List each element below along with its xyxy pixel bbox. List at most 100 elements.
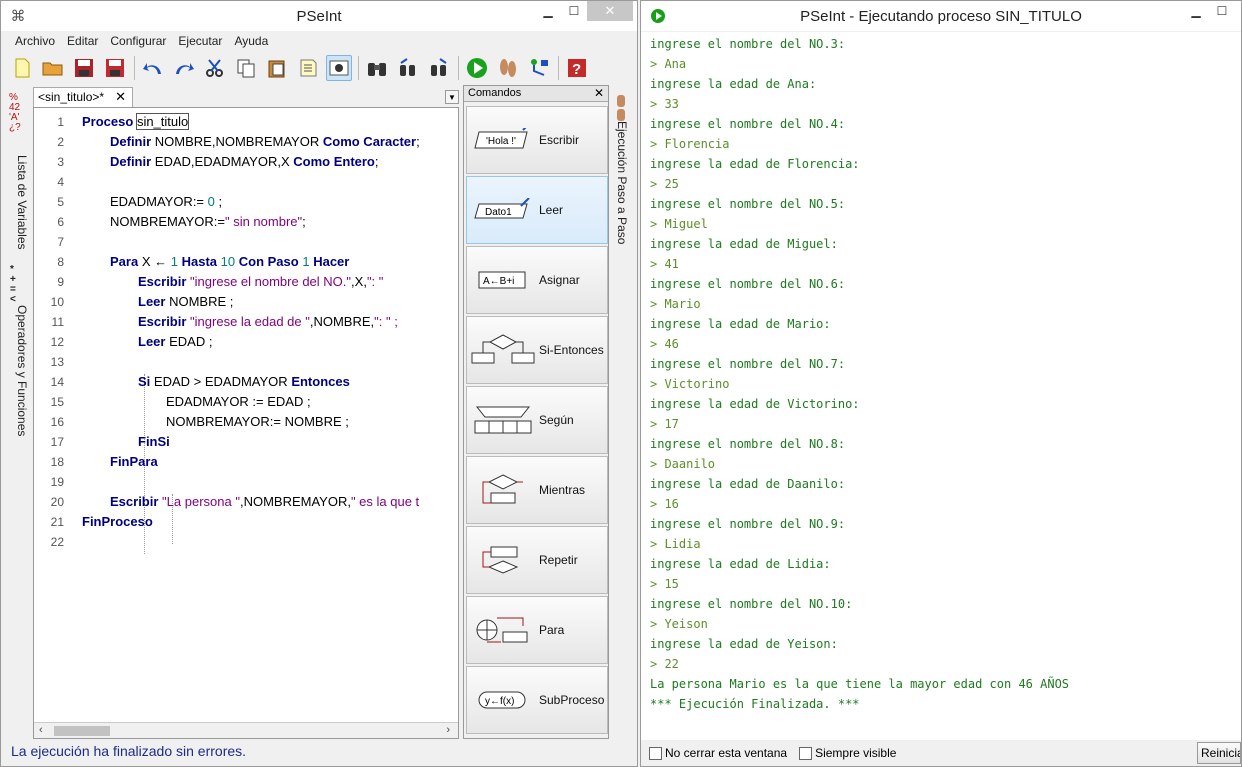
cmd-asignar-button[interactable]: A←B+i Asignar bbox=[466, 246, 608, 314]
tab-sin-titulo[interactable]: <sin_titulo>* ✕ bbox=[33, 87, 133, 107]
code-line[interactable]: 11 Escribir "ingrese la edad de ",NOMBRE,… bbox=[34, 312, 456, 332]
console-output-line: La persona Mario es la que tiene la mayo… bbox=[650, 677, 1070, 691]
code-line[interactable]: 17 FinSi bbox=[34, 432, 456, 452]
code-line[interactable]: 7 bbox=[34, 232, 456, 252]
code-line[interactable]: 18 FinPara bbox=[34, 452, 456, 472]
cmd-para-button[interactable]: Para bbox=[466, 596, 608, 664]
menu-editar[interactable]: Editar bbox=[61, 32, 104, 52]
scroll-left-icon[interactable]: ‹ bbox=[39, 724, 43, 736]
minimize-button[interactable]: ▁ bbox=[535, 1, 561, 21]
console-output-line: ingrese la edad de Mario: bbox=[650, 317, 831, 331]
code-line[interactable]: 9 Escribir "ingrese el nombre del NO.",X,… bbox=[34, 272, 456, 292]
code-line[interactable]: 1 Proceso sin_titulo bbox=[34, 112, 456, 132]
console-output-line: ingrese la edad de Ana: bbox=[650, 77, 817, 91]
cmd-segun-button[interactable]: Según bbox=[466, 386, 608, 454]
scroll-right-icon[interactable]: › bbox=[446, 724, 450, 736]
code-line[interactable]: 5 EDADMAYOR:= 0 ; bbox=[34, 192, 456, 212]
console-output-line: ingrese el nombre del NO.10: bbox=[650, 597, 853, 611]
minimize-button[interactable]: ▁ bbox=[1183, 1, 1209, 21]
cmd-si-entonces-button[interactable]: Si-Entonces bbox=[466, 316, 608, 384]
paste-icon[interactable] bbox=[264, 55, 290, 81]
redo-icon[interactable] bbox=[171, 55, 197, 81]
console-output-line: ingrese el nombre del NO.3: bbox=[650, 37, 846, 51]
cmd-label: Leer bbox=[539, 203, 564, 217]
code-line[interactable]: 4 bbox=[34, 172, 456, 192]
code-line[interactable]: 13 bbox=[34, 352, 456, 372]
operators-tab-icon[interactable]: * + = < bbox=[10, 265, 16, 305]
code-line[interactable]: 21 FinProceso bbox=[34, 512, 456, 532]
comment-toggle-icon[interactable] bbox=[326, 55, 352, 81]
code-line[interactable]: 14 Si EDAD > EDADMAYOR Entonces bbox=[34, 372, 456, 392]
cut-icon[interactable] bbox=[202, 55, 228, 81]
console-output-line: ingrese el nombre del NO.5: bbox=[650, 197, 846, 211]
code-line[interactable]: 19 bbox=[34, 472, 456, 492]
console-input-line: > 22 bbox=[650, 657, 679, 671]
checkbox-box[interactable] bbox=[649, 746, 662, 760]
scroll-thumb[interactable] bbox=[54, 726, 110, 736]
save-icon[interactable] bbox=[71, 55, 97, 81]
console-output[interactable]: ingrese el nombre del NO.3: > Ana ingrese … bbox=[641, 32, 1241, 740]
find-previous-icon[interactable] bbox=[395, 55, 421, 81]
code-line[interactable]: 20 Escribir "La persona ",NOMBREMAYOR," e… bbox=[34, 492, 456, 512]
save-as-icon[interactable] bbox=[102, 55, 128, 81]
commands-title: Comandos bbox=[468, 87, 522, 99]
run-icon[interactable] bbox=[464, 55, 490, 81]
assign-icon-text: A←B+i bbox=[483, 276, 514, 287]
cmd-escribir-button[interactable]: 'Hola !' Escribir bbox=[466, 106, 608, 174]
restart-button[interactable]: Reiniciar bbox=[1197, 742, 1241, 764]
title-bar: PSeInt - Ejecutando proceso SIN_TITULO ▁… bbox=[641, 1, 1241, 31]
cmd-label: Si-Entonces bbox=[539, 343, 604, 357]
always-visible-checkbox[interactable]: Siempre visible bbox=[799, 746, 896, 760]
tab-list-dropdown-icon[interactable]: ▼ bbox=[445, 90, 459, 104]
operators-functions-tab[interactable]: Operadores y Funciones bbox=[7, 305, 29, 436]
cmd-subproceso-button[interactable]: y←f(x) SubProceso bbox=[466, 666, 608, 734]
cmd-label: Mientras bbox=[539, 483, 586, 497]
indent-icon[interactable] bbox=[295, 55, 321, 81]
no-close-checkbox[interactable]: No cerrar esta ventana bbox=[649, 746, 787, 760]
code-line[interactable]: 2 Definir NOMBRE,NOMBREMAYOR Como Caracte… bbox=[34, 132, 456, 152]
write-icon-text: 'Hola !' bbox=[486, 136, 516, 147]
editor-tab-strip: <sin_titulo>* ✕ ▼ bbox=[33, 87, 459, 107]
code-line[interactable]: 3 Definir EDAD,EDADMAYOR,X Como Entero; bbox=[34, 152, 456, 172]
step-by-step-icon[interactable] bbox=[495, 55, 521, 81]
code-line[interactable]: 6 NOMBREMAYOR:=" sin nombre"; bbox=[34, 212, 456, 232]
checkbox-box[interactable] bbox=[799, 746, 813, 760]
horizontal-scrollbar[interactable]: ‹ › bbox=[34, 722, 458, 738]
code-editor[interactable]: 1 Proceso sin_titulo 2 Definir NOMBRE,NOMB… bbox=[33, 107, 459, 739]
step-run-tab-icon[interactable] bbox=[614, 93, 630, 121]
code-line[interactable]: 15 EDADMAYOR := EDAD ; bbox=[34, 392, 456, 412]
close-button[interactable]: ✕ bbox=[587, 1, 633, 21]
copy-icon[interactable] bbox=[233, 55, 259, 81]
console-input-line: > Victorino bbox=[650, 377, 730, 391]
code-line[interactable]: 12 Leer EDAD ; bbox=[34, 332, 456, 352]
cmd-repetir-button[interactable]: Repetir bbox=[466, 526, 608, 594]
code-line[interactable]: 16 NOMBREMAYOR:= NOMBRE ; bbox=[34, 412, 456, 432]
close-tab-icon[interactable]: ✕ bbox=[115, 89, 126, 105]
step-run-tab[interactable]: Ejecución Paso a Paso bbox=[613, 121, 629, 244]
console-input-line: > 17 bbox=[650, 417, 679, 431]
code-line[interactable]: 8 Para X ← 1 Hasta 10 Con Paso 1 Hacer bbox=[34, 252, 456, 272]
console-input-line: > 33 bbox=[650, 97, 679, 111]
maximize-button[interactable]: ☐ bbox=[1209, 1, 1235, 21]
undo-icon[interactable] bbox=[140, 55, 166, 81]
code-line[interactable]: 22 bbox=[34, 532, 456, 552]
menu-ayuda[interactable]: Ayuda bbox=[228, 32, 274, 52]
flowchart-icon[interactable] bbox=[526, 55, 552, 81]
tab-label: <sin_titulo>* bbox=[38, 90, 105, 104]
maximize-button[interactable]: ☐ bbox=[561, 1, 587, 21]
cmd-leer-button[interactable]: Dato1 Leer bbox=[466, 176, 608, 244]
find-next-icon[interactable] bbox=[426, 55, 452, 81]
menu-archivo[interactable]: Archivo bbox=[9, 32, 61, 52]
subprocess-icon: y←f(x) bbox=[467, 680, 539, 720]
menu-configurar[interactable]: Configurar bbox=[104, 32, 172, 52]
close-commands-icon[interactable]: ✕ bbox=[594, 86, 604, 100]
code-line[interactable]: 10 Leer NOMBRE ; bbox=[34, 292, 456, 312]
open-folder-icon[interactable] bbox=[40, 55, 66, 81]
binoculars-icon[interactable] bbox=[364, 55, 390, 81]
variables-list-tab[interactable]: Lista de Variables bbox=[7, 155, 29, 250]
variables-tab-icon[interactable]: % 42 'A' ¿? bbox=[9, 93, 21, 133]
new-file-icon[interactable] bbox=[9, 55, 35, 81]
menu-ejecutar[interactable]: Ejecutar bbox=[172, 32, 228, 52]
cmd-mientras-button[interactable]: Mientras bbox=[466, 456, 608, 524]
help-icon[interactable]: ? bbox=[564, 55, 590, 81]
